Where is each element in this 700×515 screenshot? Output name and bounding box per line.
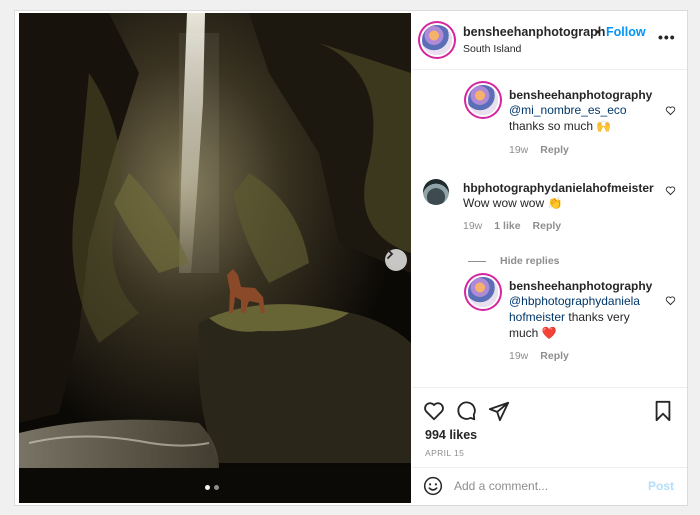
comment-mention[interactable]: @mi_nombre_es_eco [509, 102, 659, 118]
comment-text: thanks so much 🙌 [509, 119, 612, 133]
like-comment-heart-icon[interactable] [665, 105, 676, 116]
reply-button[interactable]: Reply [540, 350, 569, 362]
carousel-next-button[interactable] [385, 249, 407, 271]
header-username[interactable]: bensheehanphotograph [463, 25, 605, 39]
post-button[interactable]: Post [648, 479, 674, 493]
heart-icon[interactable] [423, 400, 445, 422]
carousel-dot [214, 485, 219, 490]
comment-meta: 19w Reply [509, 144, 581, 156]
comment-age: 19w [509, 350, 529, 362]
carousel-indicator [205, 485, 219, 490]
more-horizontal-icon[interactable]: ••• [658, 29, 676, 45]
add-comment-bar: Post [412, 467, 687, 505]
comment-mention[interactable]: @hbphotographydaniela [509, 293, 659, 309]
chevron-right-icon [387, 249, 394, 259]
like-comment-heart-icon[interactable] [665, 295, 676, 306]
avatar[interactable] [422, 25, 452, 55]
reply-button[interactable]: Reply [533, 220, 562, 232]
comment-like-count[interactable]: 1 like [494, 220, 520, 232]
follow-button[interactable]: Follow [606, 25, 646, 39]
comment-mention-cont[interactable]: hofmeister [509, 310, 565, 324]
share-icon[interactable] [488, 400, 510, 422]
cave-waterfall-photo [19, 13, 411, 503]
comment-item: bensheehanphotography @mi_nombre_es_eco … [509, 88, 659, 134]
comment-meta: 19w Reply [509, 350, 581, 362]
likes-count[interactable]: 994 likes [425, 428, 477, 442]
comment-icon[interactable] [455, 400, 477, 422]
post-photo[interactable] [19, 13, 411, 503]
comment-username[interactable]: bensheehanphotography [509, 279, 659, 293]
bookmark-icon[interactable] [652, 400, 674, 422]
post-side-panel: bensheehanphotograph • Follow South Isla… [412, 11, 687, 505]
instagram-post-card: bensheehanphotograph • Follow South Isla… [14, 10, 688, 506]
comment-age: 19w [509, 144, 529, 156]
comment-item: bensheehanphotography @hbphotographydani… [509, 279, 659, 341]
comment-username[interactable]: bensheehanphotography [509, 88, 659, 102]
divider [468, 260, 486, 262]
like-comment-heart-icon[interactable] [665, 185, 676, 196]
comment-avatar[interactable] [468, 85, 498, 115]
post-actions: 994 likes APRIL 15 Post [412, 387, 687, 504]
comment-item: hbphotographydanielahofmeister Wow wow w… [463, 181, 663, 211]
comment-avatar[interactable] [423, 179, 449, 205]
hide-replies-button[interactable]: Hide replies [468, 255, 560, 267]
post-header: bensheehanphotograph • Follow South Isla… [412, 11, 687, 70]
comment-text: thanks very [565, 310, 630, 324]
hide-replies-label: Hide replies [500, 255, 560, 267]
emoji-icon[interactable] [423, 476, 443, 496]
comment-input[interactable] [454, 477, 634, 495]
location-link[interactable]: South Island [463, 43, 521, 55]
post-date: APRIL 15 [425, 448, 465, 458]
carousel-dot-active [205, 485, 210, 490]
comment-text: Wow wow wow 👏 [463, 196, 563, 210]
comment-text-cont: much ❤️ [509, 326, 557, 340]
comment-meta: 19w 1 like Reply [463, 220, 573, 232]
reply-button[interactable]: Reply [540, 144, 569, 156]
comment-age: 19w [463, 220, 483, 232]
comment-username[interactable]: hbphotographydanielahofmeister [463, 181, 663, 195]
header-separator: • [596, 25, 601, 39]
comment-avatar[interactable] [468, 277, 498, 307]
